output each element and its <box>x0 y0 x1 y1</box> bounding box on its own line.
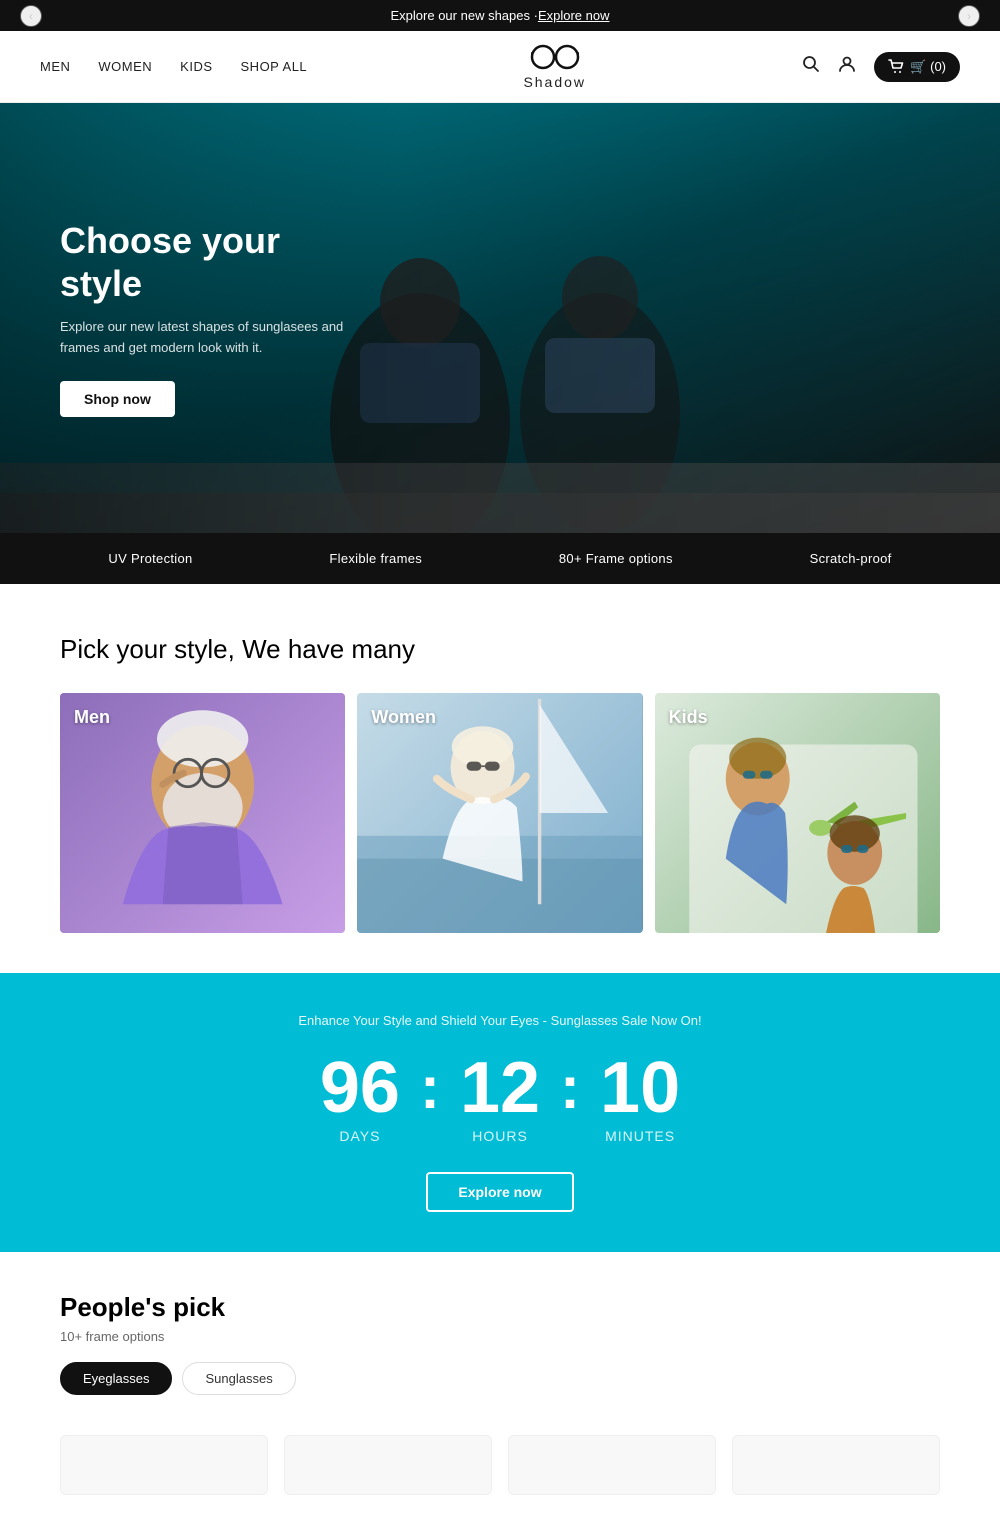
pick-heading-light: We have many <box>242 634 415 664</box>
countdown-hours-number: 12 <box>460 1052 540 1124</box>
category-kids-label: Kids <box>669 707 708 728</box>
countdown-hours: 12 HOURS <box>460 1052 540 1144</box>
nav-links: MEN WOMEN KIDS SHOP ALL <box>40 59 307 74</box>
nav-men[interactable]: MEN <box>40 59 70 74</box>
feature-frames: 80+ Frame options <box>559 551 673 566</box>
cart-button[interactable]: 🛒 (0) <box>874 52 960 82</box>
announcement-bar: ‹ Explore our new shapes · Explore now › <box>0 0 1000 31</box>
products-grid <box>0 1415 1000 1535</box>
peoples-pick-section: People's pick 10+ frame options Eyeglass… <box>0 1252 1000 1415</box>
countdown-colon-1: : <box>420 1058 440 1138</box>
logo-icon <box>530 43 580 78</box>
product-card-2[interactable] <box>284 1435 492 1495</box>
chevron-right-icon: › <box>967 9 971 23</box>
product-card-3[interactable] <box>508 1435 716 1495</box>
hero-content: Choose your style Explore our new latest… <box>0 219 420 417</box>
pick-heading-bold: Pick your style, <box>60 634 235 664</box>
product-card-1[interactable] <box>60 1435 268 1495</box>
peoples-pick-subtitle: 10+ frame options <box>60 1329 940 1344</box>
hero-section: Choose your style Explore our new latest… <box>0 103 1000 533</box>
logo-text: Shadow <box>523 74 586 90</box>
chevron-left-icon: ‹ <box>29 9 33 23</box>
hero-subtitle: Explore our new latest shapes of sunglas… <box>60 317 360 359</box>
feature-uv: UV Protection <box>108 551 192 566</box>
countdown-days-number: 96 <box>320 1052 400 1124</box>
nav-actions: 🛒 (0) <box>802 52 960 82</box>
product-card-4[interactable] <box>732 1435 940 1495</box>
countdown-minutes: 10 MINUTES <box>600 1052 680 1144</box>
category-kids[interactable]: Kids <box>655 693 940 933</box>
countdown-hours-label: HOURS <box>460 1128 540 1144</box>
tab-sunglasses[interactable]: Sunglasses <box>182 1362 295 1395</box>
countdown-minutes-number: 10 <box>600 1052 680 1124</box>
nav-shop-all[interactable]: SHOP ALL <box>241 59 308 74</box>
feature-flexible: Flexible frames <box>329 551 422 566</box>
search-icon[interactable] <box>802 55 820 78</box>
announcement-text: Explore our new shapes · <box>391 8 538 23</box>
announcement-next-button[interactable]: › <box>958 5 980 27</box>
countdown-minutes-label: MINUTES <box>600 1128 680 1144</box>
countdown-days: 96 DAYS <box>320 1052 400 1144</box>
nav-kids[interactable]: KIDS <box>180 59 212 74</box>
tab-eyeglasses[interactable]: Eyeglasses <box>60 1362 172 1395</box>
peoples-pick-title: People's pick <box>60 1292 940 1323</box>
logo[interactable]: Shadow <box>523 43 586 90</box>
nav-women[interactable]: WOMEN <box>98 59 152 74</box>
filter-tabs: Eyeglasses Sunglasses <box>60 1362 940 1395</box>
countdown-explore-button[interactable]: Explore now <box>426 1172 573 1212</box>
countdown-colon-2: : <box>560 1058 580 1138</box>
hero-title: Choose your style <box>60 219 360 305</box>
features-bar: UV Protection Flexible frames 80+ Frame … <box>0 533 1000 584</box>
category-women[interactable]: Women <box>357 693 642 933</box>
countdown-section: Enhance Your Style and Shield Your Eyes … <box>0 973 1000 1252</box>
account-icon[interactable] <box>838 55 856 78</box>
cart-count: 🛒 (0) <box>910 59 946 75</box>
hero-cta-button[interactable]: Shop now <box>60 381 175 417</box>
countdown-days-label: DAYS <box>320 1128 400 1144</box>
countdown-timer: 96 DAYS : 12 HOURS : 10 MINUTES <box>60 1052 940 1144</box>
category-men[interactable]: Men <box>60 693 345 933</box>
pick-heading: Pick your style, We have many <box>60 634 940 665</box>
announcement-prev-button[interactable]: ‹ <box>20 5 42 27</box>
feature-scratch: Scratch-proof <box>810 551 892 566</box>
pick-style-section: Pick your style, We have many <box>0 584 1000 973</box>
countdown-subtitle: Enhance Your Style and Shield Your Eyes … <box>60 1013 940 1028</box>
categories-grid: Men <box>60 693 940 933</box>
category-men-label: Men <box>74 707 110 728</box>
announcement-link[interactable]: Explore now <box>538 8 610 23</box>
category-women-label: Women <box>371 707 436 728</box>
navigation: MEN WOMEN KIDS SHOP ALL Shadow 🛒 (0) <box>0 31 1000 103</box>
